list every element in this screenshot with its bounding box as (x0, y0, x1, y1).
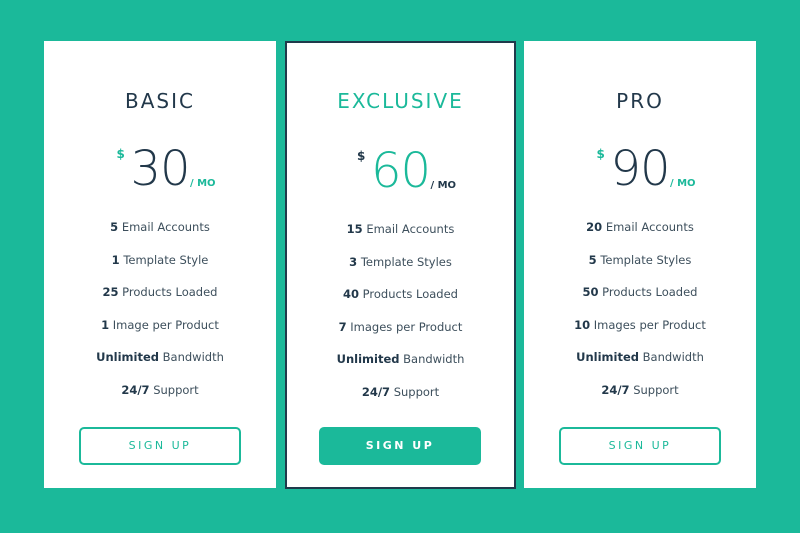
sign-up-button-pro[interactable]: SIGN UP (559, 427, 721, 465)
feature-item: 7 Images per Product (338, 319, 463, 334)
price-period: / MO (189, 178, 216, 189)
price-amount: 60 (370, 143, 431, 199)
feature-list: 20 Email Accounts 5 Template Styles 50 P… (524, 219, 756, 414)
feature-item: 5 Template Styles (588, 252, 692, 267)
pricing-card-pro: PRO $ 90 / MO 20 Email Accounts 5 Templa… (524, 41, 756, 488)
feature-item: 1 Image per Product (101, 317, 219, 332)
plan-title: EXCLUSIVE (337, 89, 464, 113)
price-amount: 90 (610, 141, 670, 197)
feature-item: 10 Images per Product (574, 317, 706, 332)
price-amount: 30 (130, 141, 190, 197)
feature-item: 15 Email Accounts (346, 222, 455, 236)
feature-item: Unlimited Bandwidth (96, 350, 224, 364)
plan-price: $ 60 / MO (287, 143, 514, 203)
feature-item: 24/7 Support (361, 384, 440, 399)
feature-item: Unlimited Bandwidth (576, 350, 704, 364)
feature-item: 40 Products Loaded (343, 287, 458, 301)
currency-symbol: $ (596, 147, 605, 161)
pricing-card-basic: BASIC $ 30 / MO 5 Email Accounts 1 Templ… (44, 41, 276, 488)
feature-item: 24/7 Support (601, 382, 679, 397)
feature-item: 20 Email Accounts (586, 220, 694, 234)
feature-item: 3 Template Styles (349, 254, 452, 269)
plan-price: $ 90 / MO (524, 141, 756, 201)
feature-item: 5 Email Accounts (110, 220, 210, 234)
plan-title: PRO (616, 89, 664, 113)
price-period: / MO (430, 180, 457, 191)
plan-price: $ 30 / MO (44, 141, 276, 201)
feature-list: 15 Email Accounts 3 Template Styles 40 P… (287, 221, 514, 416)
feature-item: 25 Products Loaded (102, 285, 218, 299)
sign-up-button-exclusive[interactable]: SIGN UP (319, 427, 481, 465)
feature-item: 50 Products Loaded (582, 285, 698, 299)
currency-symbol: $ (356, 149, 366, 163)
currency-symbol: $ (116, 147, 125, 161)
plan-title: BASIC (125, 89, 195, 113)
price-period: / MO (669, 178, 696, 189)
feature-item: 24/7 Support (121, 382, 199, 397)
feature-item: 1 Template Style (111, 252, 209, 267)
feature-item: Unlimited Bandwidth (336, 352, 465, 366)
pricing-card-exclusive: EXCLUSIVE $ 60 / MO 15 Email Accounts 3 … (285, 41, 516, 489)
feature-list: 5 Email Accounts 1 Template Style 25 Pro… (44, 219, 276, 414)
sign-up-button-basic[interactable]: SIGN UP (79, 427, 241, 465)
